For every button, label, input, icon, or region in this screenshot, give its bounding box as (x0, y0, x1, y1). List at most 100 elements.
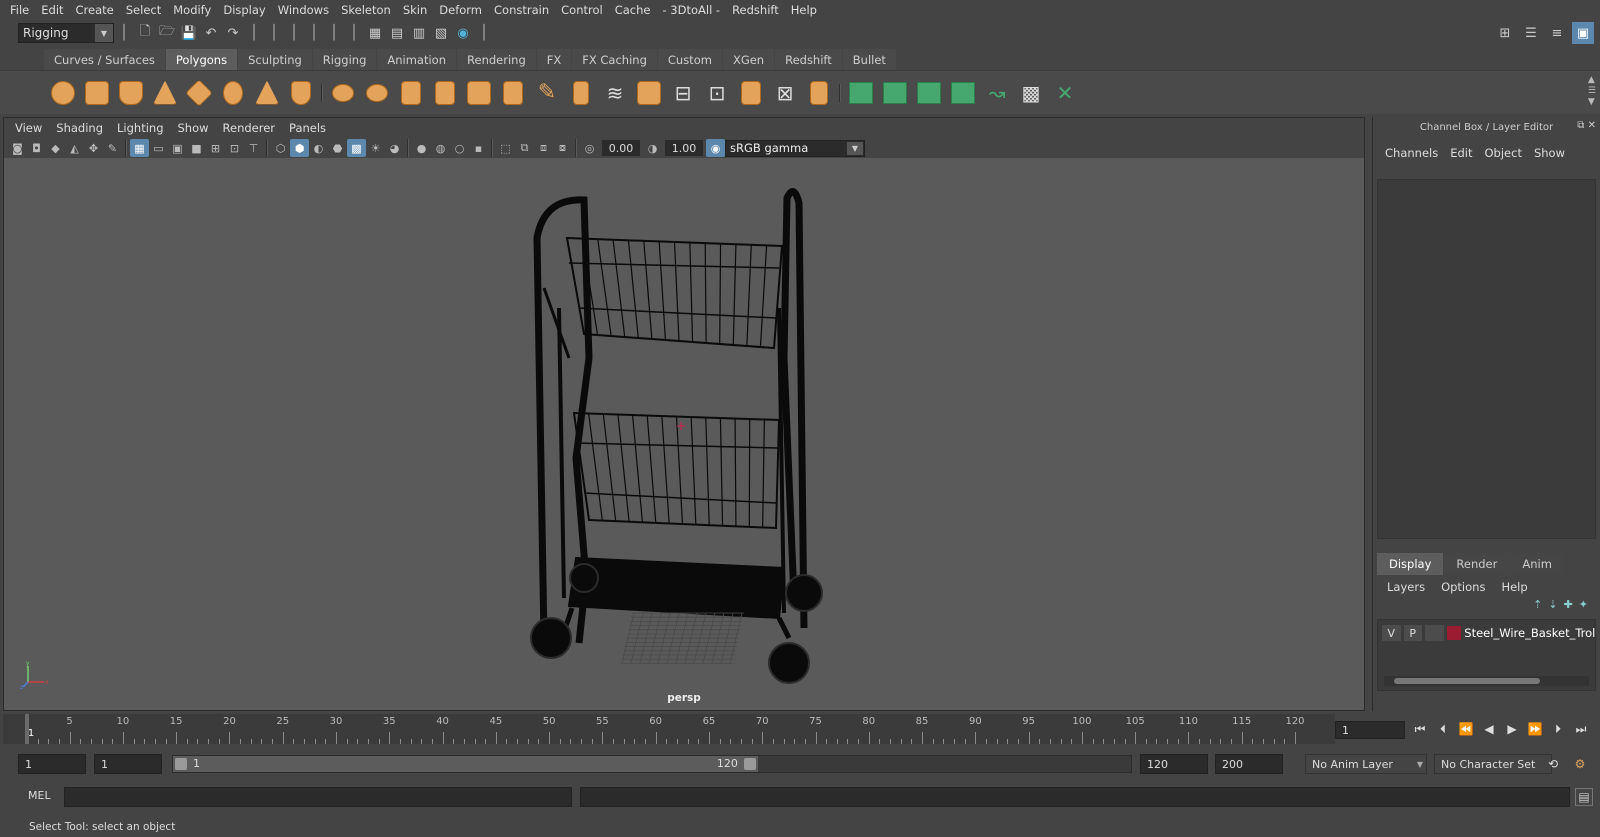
shelf-tab-rendering[interactable]: Rendering (457, 48, 536, 70)
layer-list-scrollbar[interactable] (1384, 676, 1589, 686)
time-slider[interactable]: 1 5 10 15 20 25 30 35 40 45 50 55 60 65 70 75 80 85 90 95 10… (3, 714, 1335, 744)
safe-action-icon[interactable]: ⊡ (225, 139, 244, 157)
menu-select[interactable]: Select (120, 0, 167, 20)
script-language-label[interactable]: MEL (28, 789, 51, 802)
channel-box-menu-channels[interactable]: Channels (1379, 146, 1444, 160)
save-scene-icon[interactable]: 💾 (178, 22, 200, 44)
layer-menu-options[interactable]: Options (1433, 580, 1493, 594)
smooth-shade-icon[interactable]: ⬢ (290, 139, 309, 157)
poly-pipe-icon[interactable] (284, 76, 318, 110)
hypershade-icon[interactable]: ◉ (452, 22, 474, 44)
undo-icon[interactable]: ↶ (200, 22, 222, 44)
menu-windows[interactable]: Windows (272, 0, 335, 20)
multi-cut-icon[interactable]: ✎ (530, 76, 564, 110)
collapse-handle-icon[interactable]: ⎮ (480, 24, 488, 42)
poly-pyramid-icon[interactable] (250, 76, 284, 110)
collapse-handle-icon[interactable]: ⎮ (290, 24, 298, 42)
range-end-handle[interactable] (743, 758, 756, 770)
collapse-handle-icon[interactable]: ⎮ (120, 24, 128, 42)
automatic-map-icon[interactable] (946, 76, 980, 110)
color-space-selector[interactable]: sRGB gamma ▼ (725, 139, 865, 157)
xray-joints-icon[interactable]: ⧈ (534, 139, 553, 157)
current-frame-field[interactable]: 1 (1335, 721, 1405, 739)
playback-start-field[interactable]: 1 (94, 754, 162, 774)
xray-active-icon[interactable]: ⧇ (553, 139, 572, 157)
exposure-field[interactable]: 0.00 (602, 140, 640, 156)
animation-start-field[interactable]: 1 (18, 754, 86, 774)
poly-torus-icon[interactable] (216, 76, 250, 110)
range-slider-fill[interactable]: 1 120 (173, 756, 758, 772)
collapse-handle-icon[interactable]: ⎮ (270, 24, 278, 42)
collapse-handle-icon[interactable]: ⎮ (310, 24, 318, 42)
gamma-field[interactable]: 1.00 (665, 140, 703, 156)
layer-menu-help[interactable]: Help (1493, 580, 1535, 594)
gate-mask-icon[interactable]: ■ (187, 139, 206, 157)
poly-cylinder-icon[interactable] (114, 76, 148, 110)
viewport-menu-renderer[interactable]: Renderer (216, 118, 283, 138)
bevel-icon[interactable] (632, 76, 666, 110)
menu-display[interactable]: Display (217, 0, 271, 20)
range-slider[interactable]: 1 120 (172, 755, 1132, 773)
layer-row[interactable]: V P Steel_Wire_Basket_Trolle (1378, 623, 1595, 643)
shelf-tab-redshift[interactable]: Redshift (775, 48, 842, 70)
script-editor-icon[interactable]: ▤ (1575, 788, 1593, 806)
shelf-tab-xgen[interactable]: XGen (722, 48, 775, 70)
isolate-select-icon[interactable]: ⬚ (496, 139, 515, 157)
menu-control[interactable]: Control (555, 0, 609, 20)
channel-box-menu-object[interactable]: Object (1479, 146, 1528, 160)
layer-display-type-toggle[interactable] (1425, 625, 1444, 641)
step-forward-frame-icon[interactable]: ⏵ (1548, 719, 1568, 739)
viewport-menu-shading[interactable]: Shading (49, 118, 110, 138)
shelf-tab-sculpting[interactable]: Sculpting (238, 48, 312, 70)
unfold-icon[interactable]: ↝ (980, 76, 1014, 110)
connect-icon[interactable]: ≋ (598, 76, 632, 110)
redo-icon[interactable]: ↷ (222, 22, 244, 44)
collapse-handle-icon[interactable]: ⎮ (250, 24, 258, 42)
select-camera-icon[interactable]: ◙ (8, 139, 27, 157)
current-time-indicator[interactable] (25, 714, 29, 744)
menu-modify[interactable]: Modify (167, 0, 217, 20)
shelf-tab-fx-caching[interactable]: FX Caching (572, 48, 657, 70)
shelf-tab-curves-surfaces[interactable]: Curves / Surfaces (44, 48, 165, 70)
perspective-viewport[interactable]: y x z persp (4, 158, 1364, 710)
field-chart-icon[interactable]: ⊞ (206, 139, 225, 157)
collapse-handle-icon[interactable]: ⎮ (330, 24, 338, 42)
step-back-key-icon[interactable]: ⏪ (1456, 719, 1476, 739)
poly-plane-icon[interactable] (182, 76, 216, 110)
step-back-frame-icon[interactable]: ⏴ (1433, 719, 1453, 739)
go-to-start-icon[interactable]: ⏮ (1410, 719, 1430, 739)
layer-visibility-toggle[interactable]: V (1382, 625, 1401, 641)
menu-skin[interactable]: Skin (397, 0, 433, 20)
xray-icon[interactable]: ⧉ (515, 139, 534, 157)
character-set-selector[interactable]: No Character Set (1434, 754, 1552, 774)
shelf-tab-custom[interactable]: Custom (657, 48, 722, 70)
modeling-toolkit-icon[interactable]: ⊞ (1494, 22, 1516, 44)
menu-redshift[interactable]: Redshift (726, 0, 785, 20)
range-start-handle[interactable] (175, 758, 187, 770)
ipr-render-icon[interactable]: ▥ (408, 22, 430, 44)
channel-box-menu-show[interactable]: Show (1528, 146, 1571, 160)
new-layer-from-selection-icon[interactable]: ✦ (1579, 598, 1588, 618)
open-scene-icon[interactable]: 🗁 (156, 22, 178, 44)
wireframe-icon[interactable]: ⬡ (271, 139, 290, 157)
poly-sphere-icon[interactable] (46, 76, 80, 110)
attribute-editor-icon[interactable]: ☰ (1520, 22, 1542, 44)
collapse-handle-icon[interactable]: ⎮ (350, 24, 358, 42)
color-management-icon[interactable]: ◉ (706, 139, 725, 157)
menu-3dtoall[interactable]: - 3DtoAll - (656, 0, 726, 20)
screen-space-ao-icon[interactable]: ● (412, 139, 431, 157)
extrude-icon[interactable]: ⊡ (700, 76, 734, 110)
mirror-icon[interactable] (394, 76, 428, 110)
two-d-pan-icon[interactable]: ✥ (84, 139, 103, 157)
float-window-icon[interactable]: ⧉ (1577, 120, 1584, 131)
shelf-scroll-icon[interactable]: ▲ ☰ ▼ (1588, 75, 1596, 108)
use-all-lights-icon[interactable]: ☀ (366, 139, 385, 157)
render-settings-icon[interactable]: ▧ (430, 22, 452, 44)
channel-list[interactable] (1377, 179, 1596, 539)
menu-cache[interactable]: Cache (609, 0, 657, 20)
shelf-tab-bullet[interactable]: Bullet (842, 48, 896, 70)
textured-icon[interactable]: ▩ (347, 139, 366, 157)
animation-end-field[interactable]: 200 (1215, 754, 1283, 774)
channel-box-menu-edit[interactable]: Edit (1444, 146, 1478, 160)
menu-create[interactable]: Create (70, 0, 120, 20)
